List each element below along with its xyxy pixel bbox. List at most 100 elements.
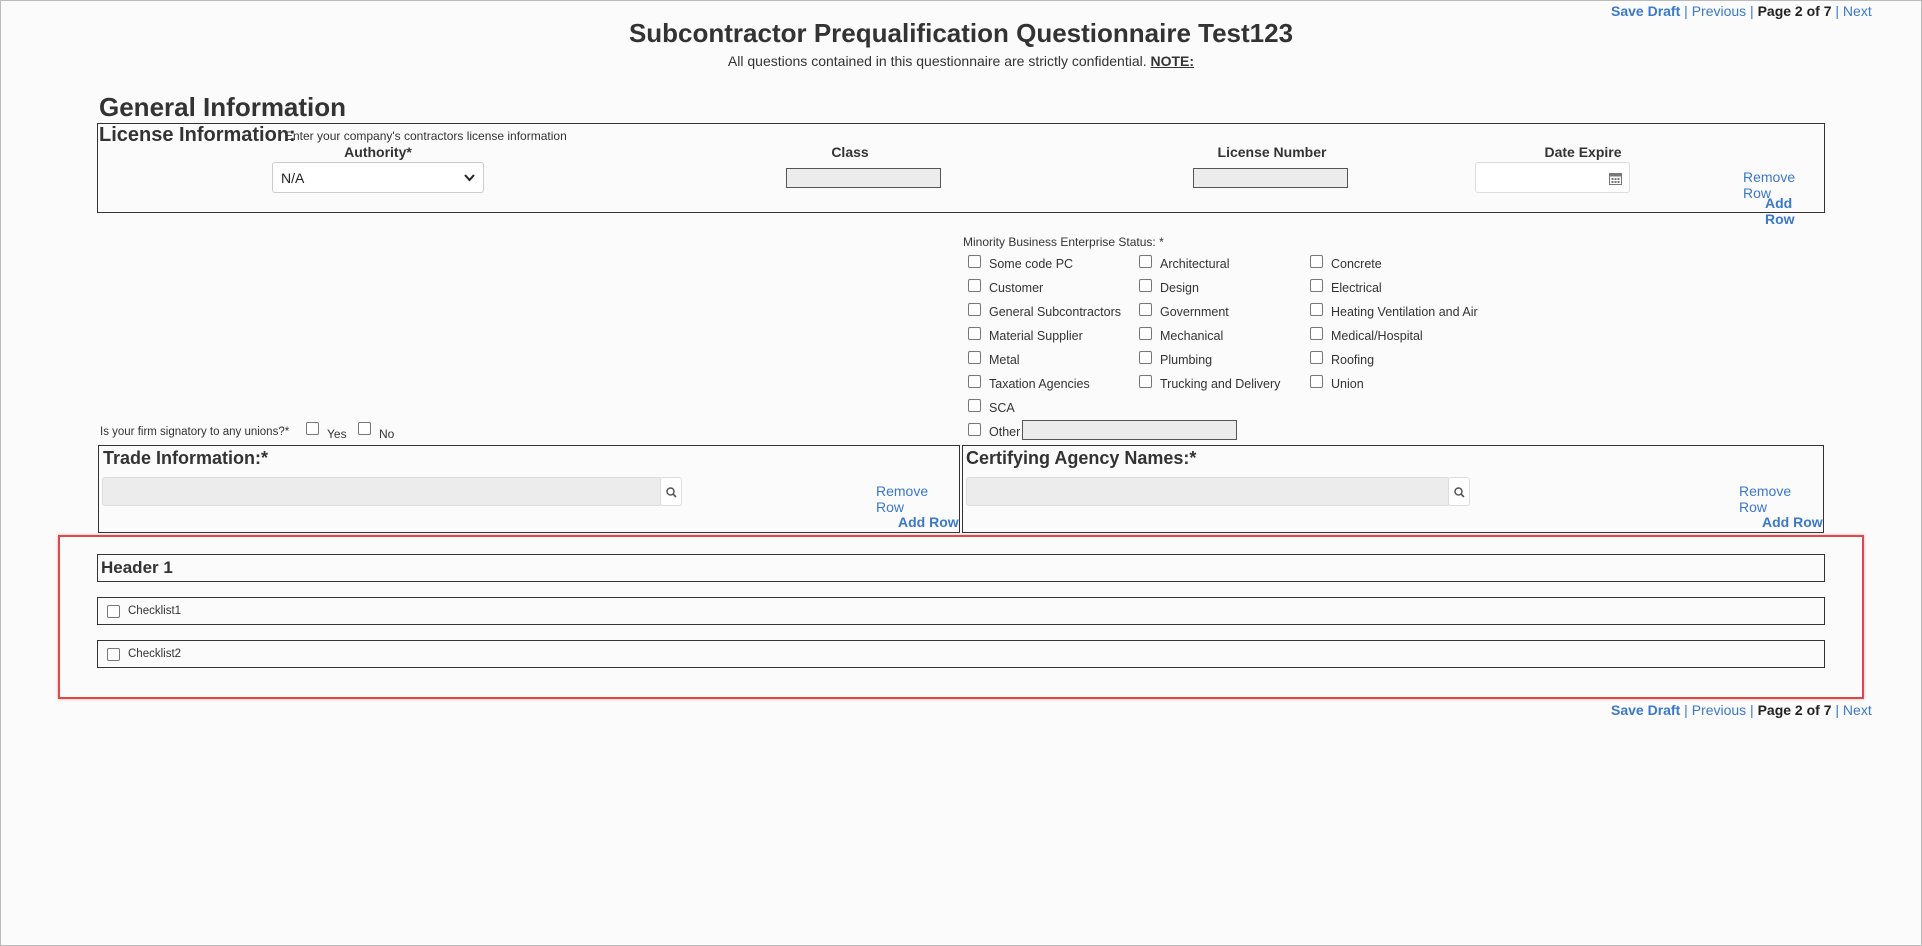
mbe-option-checkbox[interactable]: [1139, 255, 1152, 268]
mbe-option-label: Electrical: [1331, 281, 1382, 295]
page-title: Subcontractor Prequalification Questionn…: [628, 18, 1294, 48]
unions-no-label: No: [379, 427, 395, 441]
trade-search-button[interactable]: [660, 477, 682, 506]
mbe-option-checkbox[interactable]: [1139, 303, 1152, 316]
mbe-option-checkbox[interactable]: [1139, 351, 1152, 364]
calendar-icon[interactable]: [1609, 172, 1622, 185]
mbe-option-checkbox[interactable]: [968, 279, 981, 292]
mbe-option-checkbox[interactable]: [1310, 375, 1323, 388]
mbe-option[interactable]: Taxation Agencies: [968, 375, 1138, 391]
chevron-down-icon: [464, 174, 475, 182]
trade-search-input[interactable]: [102, 477, 662, 506]
trade-add-row-link[interactable]: Add Row: [898, 514, 959, 530]
mbe-option-label: Taxation Agencies: [989, 377, 1090, 391]
mbe-option[interactable]: Mechanical: [1139, 327, 1309, 343]
mbe-option[interactable]: Customer: [968, 279, 1138, 295]
mbe-option-checkbox[interactable]: [968, 399, 981, 412]
mbe-option[interactable]: Roofing: [1310, 351, 1480, 367]
agency-remove-row-link[interactable]: Remove Row: [1739, 483, 1823, 515]
mbe-option-checkbox[interactable]: [1139, 279, 1152, 292]
next-link[interactable]: Next: [1843, 3, 1872, 19]
page-indicator: Page 2 of 7: [1757, 3, 1832, 19]
save-draft-link[interactable]: Save Draft: [1611, 702, 1680, 718]
class-input[interactable]: [786, 168, 941, 188]
authority-value: N/A: [281, 170, 305, 186]
authority-select[interactable]: N/A: [272, 162, 484, 193]
page-subtitle: All questions contained in this question…: [0, 53, 1922, 69]
previous-link[interactable]: Previous: [1692, 3, 1746, 19]
trade-title: Trade Information:*: [103, 448, 269, 468]
license-number-input[interactable]: [1193, 168, 1348, 188]
mbe-option-label: Heating Ventilation and Air: [1331, 305, 1478, 319]
mbe-option-label: Other: [989, 425, 1021, 439]
section-title: General Information: [99, 92, 347, 122]
previous-link[interactable]: Previous: [1692, 702, 1746, 718]
agency-search-button[interactable]: [1448, 477, 1470, 506]
unions-yes-checkbox[interactable]: [306, 422, 319, 435]
checklist1-label: Checklist1: [128, 605, 182, 617]
checklist2-label: Checklist2: [128, 648, 182, 660]
mbe-option[interactable]: Medical/Hospital: [1310, 327, 1480, 343]
page-indicator: Page 2 of 7: [1757, 702, 1832, 718]
pager-separator: |: [1750, 3, 1754, 19]
checklist2-checkbox[interactable]: [107, 648, 120, 661]
mbe-label: Minority Business Enterprise Status: *: [963, 235, 1164, 249]
mbe-option-checkbox[interactable]: [968, 303, 981, 316]
mbe-option[interactable]: Electrical: [1310, 279, 1480, 295]
mbe-option[interactable]: Material Supplier: [968, 327, 1138, 343]
mbe-option-checkbox[interactable]: [1139, 375, 1152, 388]
mbe-option-checkbox[interactable]: [968, 255, 981, 268]
license-add-row-link[interactable]: Add Row: [1765, 195, 1824, 227]
mbe-option-checkbox[interactable]: [1310, 303, 1323, 316]
mbe-option[interactable]: Union: [1310, 375, 1480, 391]
mbe-option-checkbox[interactable]: [968, 423, 981, 436]
mbe-option-label: Union: [1331, 377, 1364, 391]
pager-separator: |: [1684, 702, 1688, 718]
date-expire-input[interactable]: [1475, 162, 1630, 193]
mbe-option-checkbox[interactable]: [1310, 255, 1323, 268]
license-information-panel: License Information: Enter your company'…: [97, 123, 1825, 227]
mbe-option[interactable]: Government: [1139, 303, 1309, 319]
unions-no-checkbox[interactable]: [358, 422, 371, 435]
note-label: NOTE:: [1150, 53, 1195, 69]
mbe-option[interactable]: Design: [1139, 279, 1309, 295]
agency-search-input[interactable]: [966, 477, 1450, 506]
checklist1-checkbox[interactable]: [107, 605, 120, 618]
trade-remove-row-link[interactable]: Remove Row: [876, 483, 959, 515]
mbe-option-label: Design: [1160, 281, 1199, 295]
mbe-option-checkbox[interactable]: [968, 327, 981, 340]
bottom-pager: Save Draft | Previous | Page 2 of 7 | Ne…: [1611, 702, 1872, 718]
save-draft-link[interactable]: Save Draft: [1611, 3, 1680, 19]
mbe-option[interactable]: Trucking and Delivery: [1139, 375, 1309, 391]
mbe-option[interactable]: Plumbing: [1139, 351, 1309, 367]
mbe-option-checkbox[interactable]: [968, 375, 981, 388]
pager-separator: |: [1750, 702, 1754, 718]
mbe-option-label: Some code PC: [989, 257, 1074, 271]
mbe-option[interactable]: Heating Ventilation and Air: [1310, 303, 1480, 319]
unions-question-row: Is your firm signatory to any unions?* Y…: [100, 422, 430, 441]
next-link[interactable]: Next: [1843, 702, 1872, 718]
mbe-other-input[interactable]: [1022, 420, 1237, 440]
trade-information-panel: Trade Information:* Remove Row Add Row: [98, 445, 960, 533]
mbe-option-label: SCA: [989, 401, 1015, 415]
agency-add-row-link[interactable]: Add Row: [1762, 514, 1823, 530]
mbe-option-checkbox[interactable]: [1139, 327, 1152, 340]
pager-separator: |: [1684, 3, 1688, 19]
mbe-option[interactable]: General Subcontractors: [968, 303, 1138, 319]
license-hint: Enter your company's contractors license…: [285, 129, 567, 143]
mbe-option[interactable]: SCA: [968, 399, 1138, 415]
checklist-row[interactable]: Checklist2: [97, 640, 1825, 668]
mbe-option-checkbox[interactable]: [1310, 327, 1323, 340]
mbe-option[interactable]: Architectural: [1139, 255, 1309, 271]
search-icon: [1453, 487, 1465, 498]
checklist-row[interactable]: Checklist1: [97, 597, 1825, 625]
mbe-option-label: Trucking and Delivery: [1160, 377, 1281, 391]
mbe-option-checkbox[interactable]: [968, 351, 981, 364]
mbe-option-checkbox[interactable]: [1310, 279, 1323, 292]
mbe-option[interactable]: Metal: [968, 351, 1138, 367]
certifying-agency-panel: Certifying Agency Names:* Remove Row Add…: [962, 445, 1824, 533]
mbe-option-checkbox[interactable]: [1310, 351, 1323, 364]
mbe-option[interactable]: Some code PC: [968, 255, 1138, 271]
mbe-option[interactable]: Concrete: [1310, 255, 1480, 271]
header-1-title: Header 1: [101, 558, 173, 577]
